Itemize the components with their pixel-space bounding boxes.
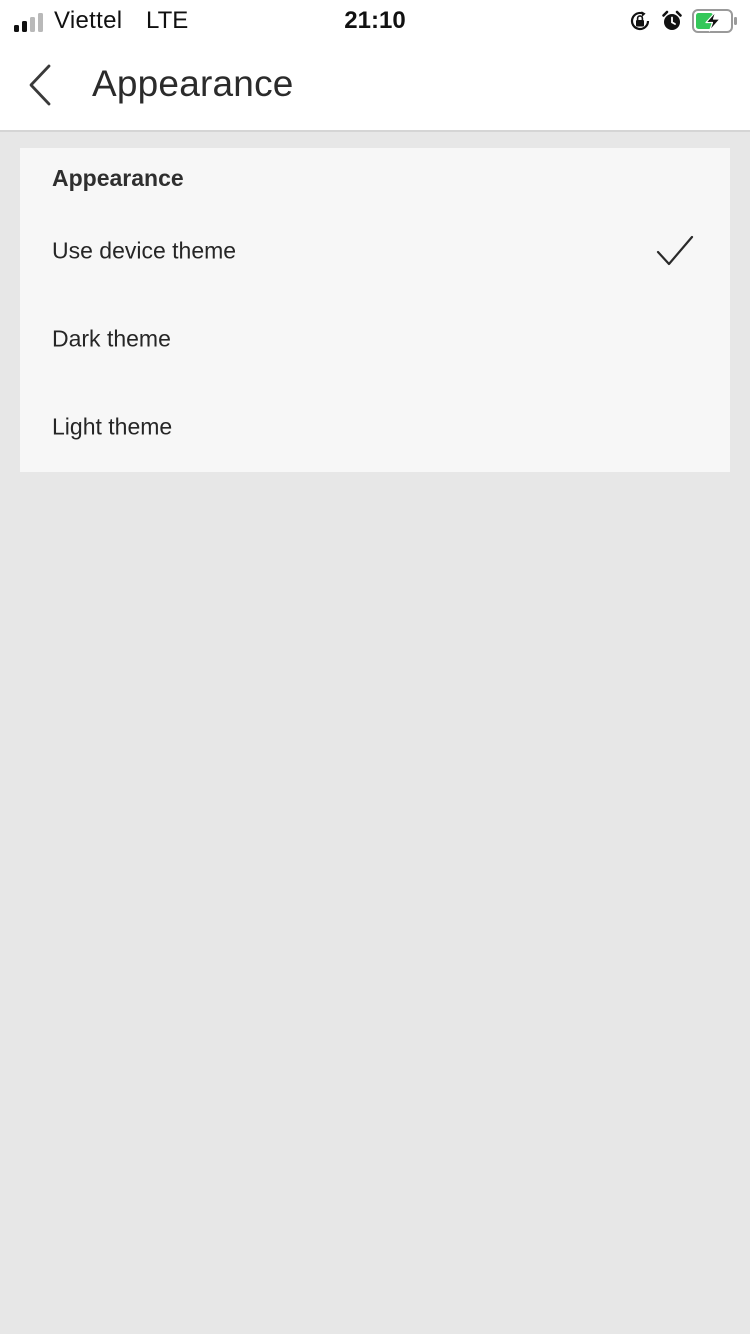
option-dark-theme[interactable]: Dark theme (20, 295, 730, 383)
page-title: Appearance (92, 63, 294, 104)
section-header: Appearance (52, 165, 184, 191)
navigation-header: Appearance (0, 40, 750, 132)
back-button[interactable] (18, 60, 62, 110)
option-light-theme[interactable]: Light theme (20, 383, 730, 471)
status-bar: Viettel LTE 21:10 (0, 0, 750, 40)
appearance-settings-card: Appearance Use device theme Dark theme L… (20, 148, 730, 472)
option-label: Dark theme (52, 325, 171, 352)
option-use-device-theme[interactable]: Use device theme (20, 207, 730, 295)
checkmark-icon (656, 235, 694, 266)
alarm-icon (662, 10, 682, 30)
chevron-left-icon (29, 64, 51, 106)
orientation-lock-icon (630, 11, 650, 31)
option-label: Use device theme (52, 237, 237, 264)
battery-charging-icon (692, 9, 737, 33)
option-label: Light theme (52, 413, 173, 440)
status-icons (628, 7, 738, 35)
